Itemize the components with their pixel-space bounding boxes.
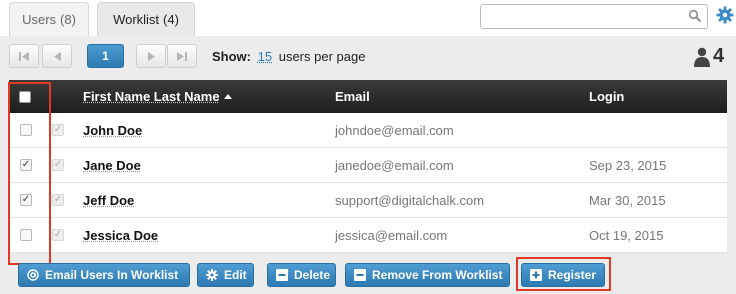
table-row: ✓ ✓ Jeff Doe support@digitalchalk.com Ma… <box>9 183 727 218</box>
column-header-login[interactable]: Login <box>589 89 624 104</box>
row-secondary-checkbox: ✓ <box>52 229 64 241</box>
page-size-control: Show: 15 users per page <box>212 49 365 64</box>
sort-ascending-icon <box>223 94 232 99</box>
user-email: janedoe@email.com <box>335 158 454 173</box>
row-checkbox[interactable]: ✓ <box>20 194 32 206</box>
next-page-button[interactable] <box>136 44 166 68</box>
user-email: support@digitalchalk.com <box>335 193 485 208</box>
tab-worklist-count: (4) <box>163 12 179 27</box>
user-name[interactable]: John Doe <box>83 123 142 138</box>
edit-label: Edit <box>224 268 247 282</box>
table-row: ✓ ✓ Jane Doe janedoe@email.com Sep 23, 2… <box>9 148 727 183</box>
register-button[interactable]: Register <box>521 263 605 287</box>
tab-bar: Users (8) Worklist (4) <box>0 0 736 36</box>
row-checkbox[interactable] <box>20 229 32 241</box>
page-size-suffix: users per page <box>278 49 366 64</box>
tab-worklist-label: Worklist <box>113 12 160 27</box>
column-header-email[interactable]: Email <box>335 89 370 104</box>
search-icon[interactable] <box>688 9 702 23</box>
row-secondary-checkbox: ✓ <box>52 194 64 206</box>
prev-page-button[interactable] <box>42 44 72 68</box>
remove-from-worklist-label: Remove From Worklist <box>372 268 503 282</box>
column-header-name[interactable]: First Name Last Name <box>83 89 232 104</box>
user-count-value: 4 <box>713 45 725 67</box>
delete-button[interactable]: Delete <box>267 263 336 287</box>
page-size-prefix: Show: <box>212 49 251 64</box>
minus-icon <box>354 269 366 281</box>
tab-users[interactable]: Users (8) <box>9 2 89 36</box>
search-input[interactable] <box>487 5 687 27</box>
register-label: Register <box>548 268 597 282</box>
page-size-value[interactable]: 15 <box>258 49 272 64</box>
tab-users-count: (8) <box>60 12 76 27</box>
table-row: ✓ John Doe johndoe@email.com <box>9 113 727 148</box>
tab-worklist[interactable]: Worklist (4) <box>97 2 195 36</box>
search-box <box>480 4 708 29</box>
row-secondary-checkbox: ✓ <box>52 159 64 171</box>
email-users-label: Email Users In Worklist <box>45 268 179 282</box>
row-secondary-checkbox: ✓ <box>52 124 64 136</box>
user-name[interactable]: Jane Doe <box>83 158 141 173</box>
user-login: Oct 19, 2015 <box>589 228 664 243</box>
user-email: johndoe@email.com <box>335 123 454 138</box>
current-page-button[interactable]: 1 <box>87 44 124 68</box>
user-email: jessica@email.com <box>335 228 448 243</box>
minus-icon <box>276 269 288 281</box>
first-page-button[interactable] <box>9 44 39 68</box>
user-name[interactable]: Jeff Doe <box>83 193 134 208</box>
last-page-button[interactable] <box>167 44 197 68</box>
user-name[interactable]: Jessica Doe <box>83 228 158 243</box>
worklist-user-count: 4 <box>694 45 724 68</box>
row-checkbox[interactable]: ✓ <box>20 159 32 171</box>
edit-button[interactable]: Edit <box>197 263 254 287</box>
person-icon <box>694 47 710 67</box>
user-login: Mar 30, 2015 <box>589 193 666 208</box>
email-users-button[interactable]: Email Users In Worklist <box>18 263 190 287</box>
gear-icon <box>206 269 218 281</box>
delete-label: Delete <box>294 268 331 282</box>
select-all-checkbox[interactable] <box>19 91 31 103</box>
table-header: First Name Last Name Email Login <box>9 80 727 113</box>
at-sign-icon <box>27 269 39 281</box>
row-checkbox[interactable] <box>20 124 32 136</box>
table-row: ✓ Jessica Doe jessica@email.com Oct 19, … <box>9 218 727 253</box>
last-page-icon <box>177 51 187 61</box>
column-header-name-label: First Name Last Name <box>83 89 220 104</box>
plus-icon <box>530 269 542 281</box>
user-login: Sep 23, 2015 <box>589 158 667 173</box>
tab-users-label: Users <box>22 12 57 27</box>
prev-page-icon <box>53 51 61 61</box>
gear-icon[interactable] <box>716 6 734 24</box>
remove-from-worklist-button[interactable]: Remove From Worklist <box>345 263 510 287</box>
first-page-icon <box>19 51 29 61</box>
next-page-icon <box>147 51 155 61</box>
